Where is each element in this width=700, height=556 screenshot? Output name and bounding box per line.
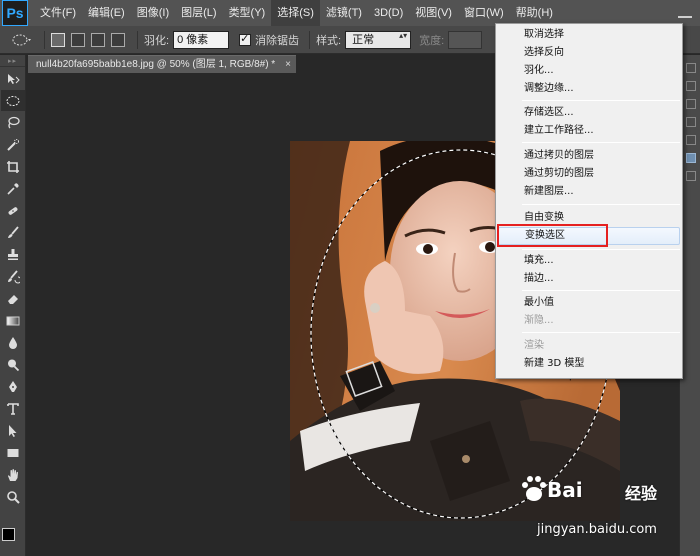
- gradient-icon[interactable]: [1, 310, 25, 331]
- menu-image[interactable]: 图像(I): [131, 0, 175, 26]
- menu-filter[interactable]: 滤镜(T): [320, 0, 368, 26]
- menu-separator: [522, 204, 680, 205]
- pen-icon[interactable]: [1, 376, 25, 397]
- select-menu-dropdown: 取消选择 选择反向 羽化... 调整边缘... 存储选区... 建立工作路径..…: [495, 23, 683, 379]
- history-brush-icon[interactable]: [1, 266, 25, 287]
- menu-item-layer-via-copy[interactable]: 通过拷贝的图层: [496, 147, 682, 165]
- menu-layer[interactable]: 图层(L): [175, 0, 222, 26]
- divider: [137, 30, 138, 49]
- document-tab[interactable]: null4b20fa695babb1e8.jpg @ 50% (图层 1, RG…: [28, 55, 296, 73]
- divider: [309, 30, 311, 49]
- style-select[interactable]: 正常: [345, 30, 412, 49]
- menu-item-fade: 渐隐...: [524, 315, 554, 326]
- menu-separator: [522, 249, 680, 250]
- feather-label: 羽化:: [144, 34, 170, 47]
- menu-item-make-work-path[interactable]: 建立工作路径...: [496, 122, 682, 140]
- menu-edit[interactable]: 编辑(E): [82, 0, 131, 26]
- menu-item-fill[interactable]: 填充...: [496, 252, 682, 270]
- menu-file[interactable]: 文件(F): [34, 0, 82, 26]
- antialias-label: 消除锯齿: [255, 34, 300, 47]
- foreground-color-swatch[interactable]: [2, 528, 15, 541]
- watermark-logo-text: Bai: [547, 478, 583, 502]
- menu-item-minimum[interactable]: 最小值: [496, 294, 682, 312]
- watermark: Bai 经验 jingyan.baidu.com: [515, 470, 690, 546]
- photoshop-logo: Ps: [2, 0, 28, 26]
- zoom-icon[interactable]: [1, 486, 25, 507]
- menu-view[interactable]: 视图(V): [409, 0, 458, 26]
- minimize-icon[interactable]: [678, 4, 692, 18]
- paw-logo-icon: [522, 476, 546, 501]
- path-selection-icon[interactable]: [1, 420, 25, 441]
- elliptical-marquee-icon: [12, 34, 31, 45]
- lasso-icon[interactable]: [1, 112, 25, 133]
- tools-panel: ▸▸: [0, 55, 26, 556]
- menu-item-feather[interactable]: 羽化...: [496, 62, 682, 80]
- new-selection-button[interactable]: [51, 32, 65, 47]
- menu-select[interactable]: 选择(S): [271, 0, 320, 26]
- tool-preset-picker[interactable]: [8, 29, 38, 51]
- watermark-logo-text: 经验: [625, 484, 658, 503]
- healing-brush-icon[interactable]: [1, 200, 25, 221]
- menu-item-save-selection[interactable]: 存储选区...: [496, 104, 682, 122]
- dodge-icon[interactable]: [1, 354, 25, 375]
- panel-toggle-icon[interactable]: [686, 63, 696, 73]
- color-swatches[interactable]: [2, 520, 24, 548]
- menu-item-render: 渲染: [524, 340, 544, 351]
- menu-separator: [522, 100, 680, 101]
- eraser-icon[interactable]: [1, 288, 25, 309]
- add-to-selection-button[interactable]: [71, 32, 85, 47]
- antialias-checkbox[interactable]: [239, 32, 252, 46]
- width-label: 宽度:: [419, 34, 445, 47]
- style-label: 样式:: [316, 34, 342, 47]
- panel-grip[interactable]: ▸▸: [0, 55, 25, 67]
- panel-toggle-icon[interactable]: [686, 117, 696, 127]
- crop-icon[interactable]: [1, 156, 25, 177]
- menu-separator: [522, 142, 680, 143]
- subtract-from-selection-button[interactable]: [91, 32, 105, 47]
- width-input: [448, 30, 483, 49]
- panel-toggle-icon[interactable]: [686, 99, 696, 109]
- menu-item-refine-edge[interactable]: 调整边缘...: [496, 80, 682, 98]
- type-icon[interactable]: [1, 398, 25, 419]
- rectangle-icon[interactable]: [1, 442, 25, 463]
- menu-item-new-3d-model[interactable]: 新建 3D 模型: [496, 355, 682, 373]
- menu-item-new-layer[interactable]: 新建图层...: [496, 183, 682, 201]
- menu-item-inverse[interactable]: 选择反向: [496, 44, 682, 62]
- blur-icon[interactable]: [1, 332, 25, 353]
- intersect-selection-button[interactable]: [111, 32, 125, 47]
- menu-3d[interactable]: 3D(D): [368, 0, 409, 26]
- clone-stamp-icon[interactable]: [1, 244, 25, 265]
- quick-selection-icon[interactable]: [1, 134, 25, 155]
- menu-item-layer-via-cut[interactable]: 通过剪切的图层: [496, 165, 682, 183]
- document-tab-title: null4b20fa695babb1e8.jpg @ 50% (图层 1, RG…: [36, 59, 276, 70]
- move-icon[interactable]: [1, 68, 25, 89]
- close-icon[interactable]: ×: [285, 56, 291, 73]
- panel-toggle-icon[interactable]: [686, 81, 696, 91]
- watermark-url: jingyan.baidu.com: [537, 522, 657, 537]
- menu-separator: [522, 290, 680, 291]
- hand-icon[interactable]: [1, 464, 25, 485]
- feather-input[interactable]: 0 像素: [173, 30, 230, 49]
- divider: [44, 30, 45, 49]
- elliptical-marquee-icon[interactable]: [1, 90, 25, 111]
- menu-item-deselect[interactable]: 取消选择: [496, 26, 682, 44]
- annotation-highlight-box: [497, 224, 608, 247]
- brush-icon[interactable]: [1, 222, 25, 243]
- panel-toggle-icon[interactable]: [686, 171, 696, 181]
- menu-item-stroke[interactable]: 描边...: [496, 270, 682, 288]
- eyedropper-icon[interactable]: [1, 178, 25, 199]
- menu-separator: [522, 332, 680, 333]
- menu-type[interactable]: 类型(Y): [223, 0, 272, 26]
- panel-toggle-icon[interactable]: [686, 135, 696, 145]
- panel-toggle-icon[interactable]: [686, 153, 696, 163]
